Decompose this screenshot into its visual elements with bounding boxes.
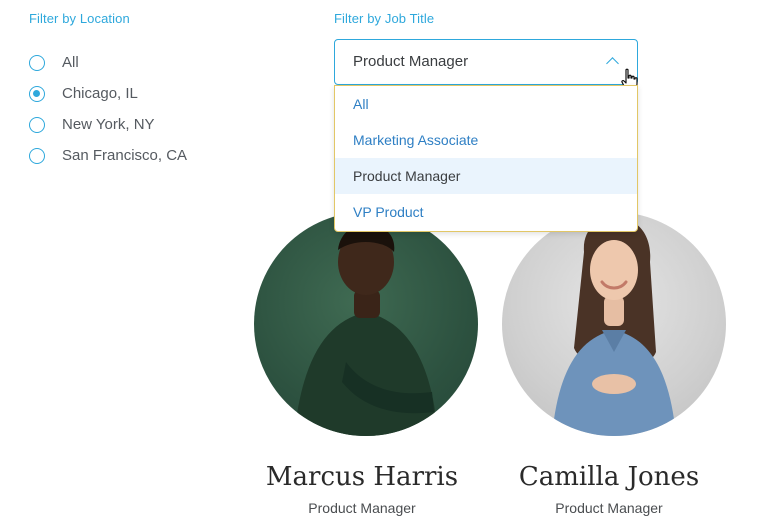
radio-label: All bbox=[62, 54, 79, 71]
radio-circle-icon bbox=[29, 54, 45, 71]
radio-option-san-francisco[interactable]: San Francisco, CA bbox=[29, 140, 187, 171]
dropdown-option-vp-product[interactable]: VP Product bbox=[335, 194, 637, 230]
radio-option-all[interactable]: All bbox=[29, 47, 187, 78]
dropdown-option-product-manager[interactable]: Product Manager bbox=[335, 158, 637, 194]
radio-label: San Francisco, CA bbox=[62, 147, 188, 164]
person-photo-icon bbox=[552, 217, 676, 436]
avatar bbox=[254, 212, 478, 436]
dropdown-option-marketing-associate[interactable]: Marketing Associate bbox=[335, 122, 637, 158]
radio-option-new-york[interactable]: New York, NY bbox=[29, 109, 187, 140]
person-name: Camilla Jones bbox=[518, 462, 700, 492]
radio-circle-icon bbox=[29, 147, 45, 164]
dropdown-option-all[interactable]: All bbox=[335, 86, 637, 122]
person-title: Product Manager bbox=[308, 500, 416, 516]
job-title-filter-label: Filter by Job Title bbox=[334, 11, 435, 26]
job-title-dropdown: All Marketing Associate Product Manager … bbox=[334, 85, 638, 232]
person-photo-icon bbox=[294, 223, 438, 436]
avatar bbox=[502, 212, 726, 436]
team-filter-page: Filter by Location All Chicago, IL New Y… bbox=[0, 0, 783, 529]
radio-option-chicago[interactable]: Chicago, IL bbox=[29, 78, 187, 109]
chevron-up-icon bbox=[606, 57, 619, 70]
job-title-select[interactable]: Product Manager bbox=[334, 39, 638, 85]
select-value: Product Manager bbox=[353, 53, 469, 70]
radio-circle-icon bbox=[29, 116, 45, 133]
radio-circle-checked-icon bbox=[29, 85, 45, 102]
person-title: Product Manager bbox=[555, 500, 663, 516]
radio-label: New York, NY bbox=[62, 116, 155, 133]
radio-label: Chicago, IL bbox=[62, 85, 138, 102]
location-filter-label: Filter by Location bbox=[29, 11, 130, 26]
location-radio-group: All Chicago, IL New York, NY San Francis… bbox=[29, 47, 187, 171]
person-name: Marcus Harris bbox=[265, 462, 459, 492]
